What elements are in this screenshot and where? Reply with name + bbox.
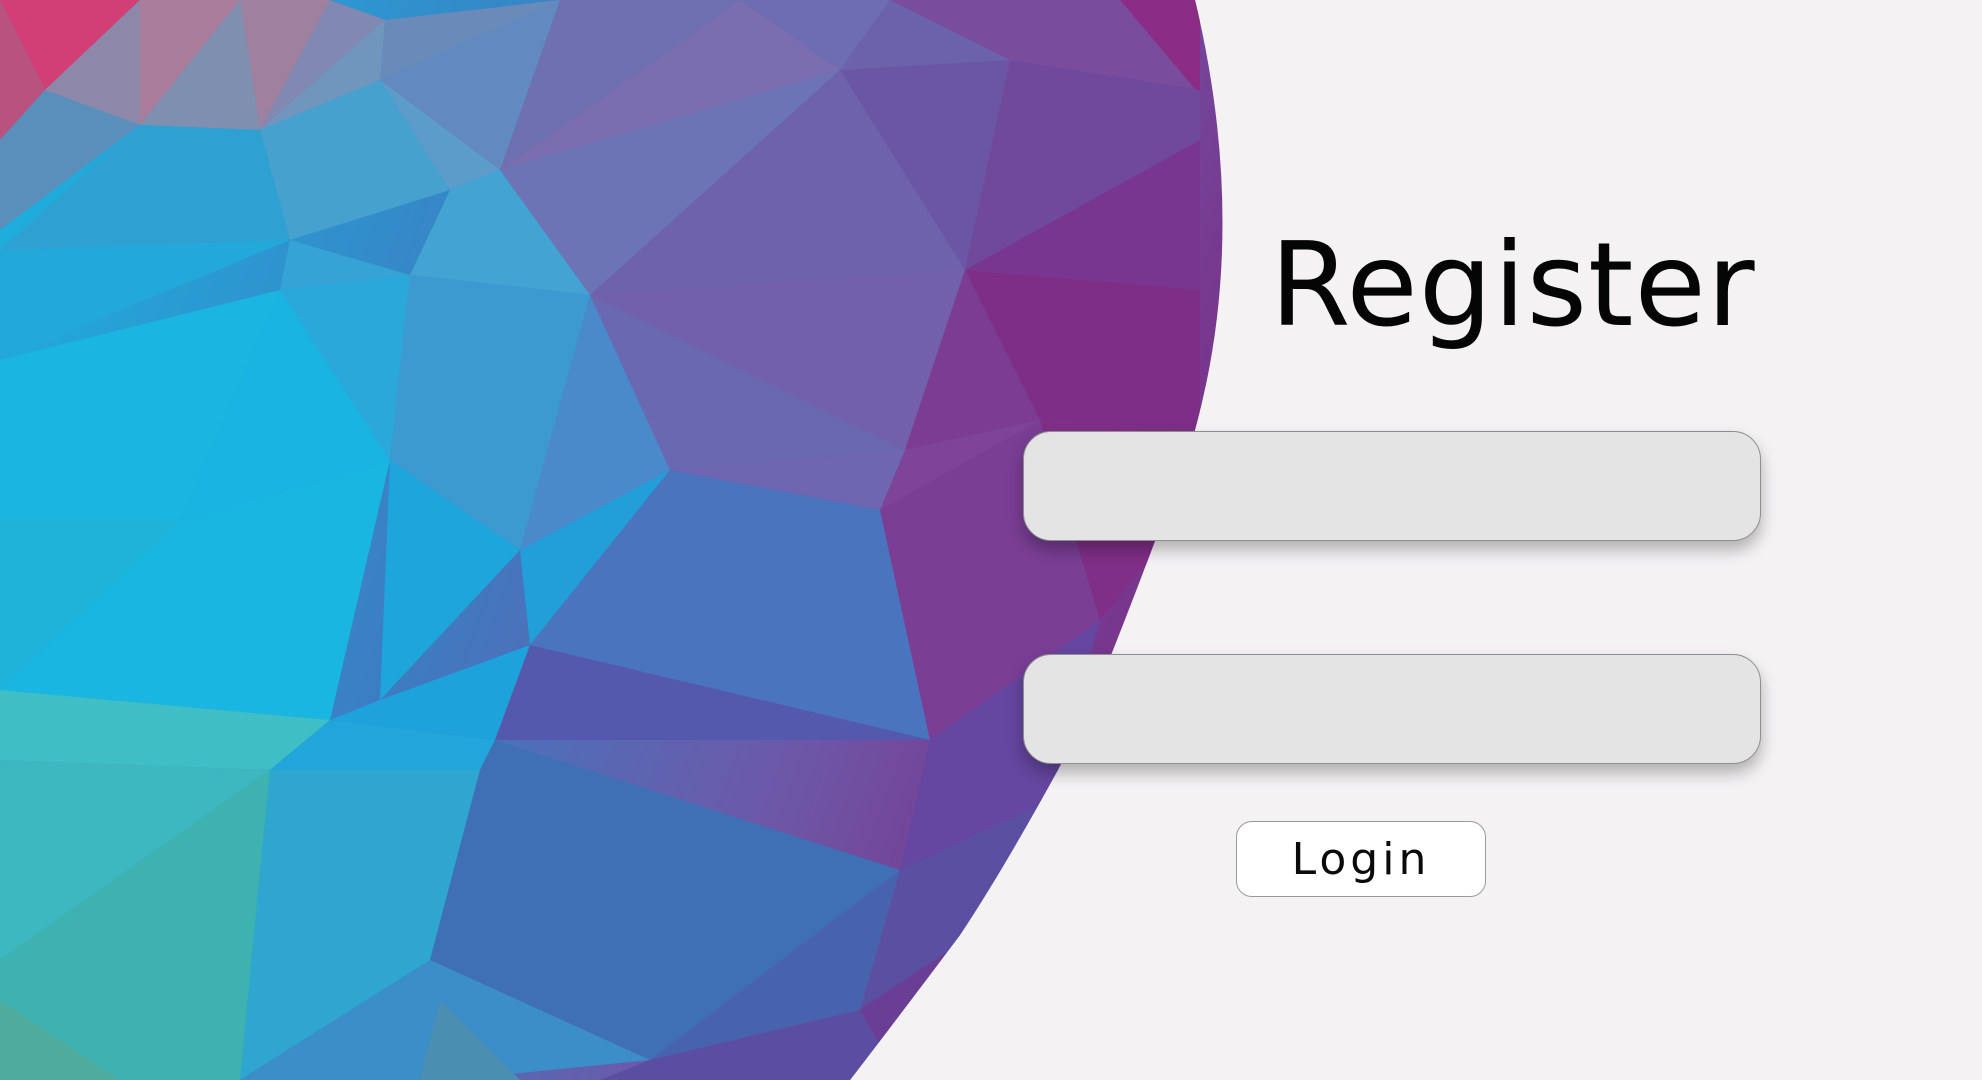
page-title: Register [1270, 218, 1756, 353]
login-button[interactable]: Login [1236, 821, 1486, 897]
second-input-field[interactable] [1023, 654, 1761, 764]
first-input-field[interactable] [1023, 431, 1761, 541]
register-page: Register Login [0, 0, 1982, 1080]
